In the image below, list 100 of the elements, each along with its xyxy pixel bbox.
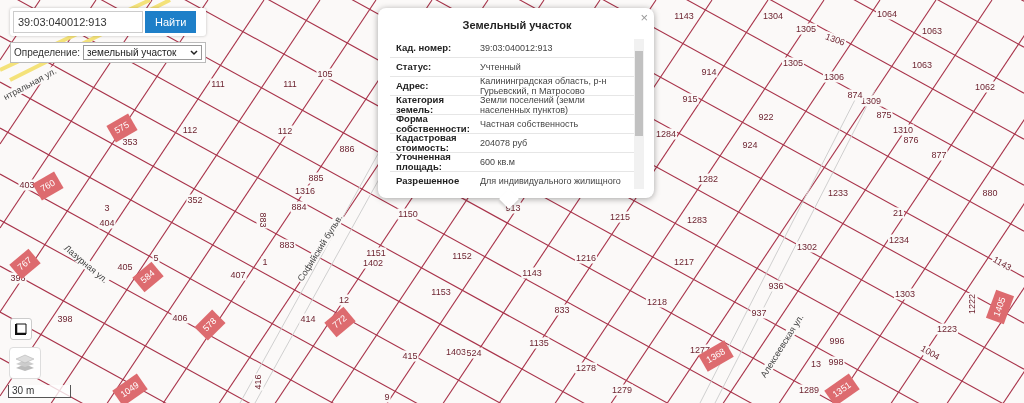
parcel-number: 1152 bbox=[451, 250, 473, 262]
parcel-number: 883 bbox=[256, 211, 268, 229]
field-label: Уточненная площадь: bbox=[395, 151, 452, 173]
parcel-number: 1278 bbox=[575, 362, 597, 374]
parcel-number: 13 bbox=[810, 358, 822, 370]
parcel-number: 1215 bbox=[609, 211, 631, 223]
building-footprint: 1049 bbox=[112, 373, 148, 403]
parcel-number: 112 bbox=[276, 125, 294, 137]
parcel-number: 885 bbox=[307, 172, 325, 184]
parcel-number: 884 bbox=[290, 201, 308, 213]
find-button[interactable]: Найти bbox=[145, 11, 197, 33]
parcel-number: 1153 bbox=[430, 286, 452, 298]
parcel-number: 1233 bbox=[827, 187, 849, 199]
parcel-number: 1316 bbox=[294, 185, 316, 197]
chevron-down-icon bbox=[190, 49, 199, 56]
parcel-number: 924 bbox=[741, 139, 759, 151]
popup-title: Земельный участок bbox=[461, 18, 573, 33]
parcel-number: 915 bbox=[681, 93, 699, 105]
square-icon bbox=[15, 323, 27, 335]
parcel-number: 1063 bbox=[911, 59, 933, 71]
parcel-number: 1283 bbox=[686, 214, 708, 226]
parcel-number: 874 bbox=[846, 89, 864, 101]
parcel-number: 1150 bbox=[397, 208, 419, 220]
parcel-number: 877 bbox=[930, 149, 948, 161]
parcel-number: 875 bbox=[875, 109, 893, 121]
parcel-number: 937 bbox=[750, 307, 768, 319]
building-footprint: 1351 bbox=[824, 373, 860, 403]
parcel-number: 1284 bbox=[655, 128, 677, 140]
parcel-number: 12 bbox=[338, 294, 350, 306]
parcel-number: 886 bbox=[338, 143, 356, 155]
parcel-number: 1303 bbox=[894, 288, 916, 300]
parcel-number: 405 bbox=[116, 261, 134, 273]
parcel-number: 416 bbox=[252, 373, 264, 391]
field-label: Форма собственности: bbox=[395, 113, 471, 135]
building-footprint: 1405 bbox=[985, 289, 1015, 325]
parcel-number: 1305 bbox=[795, 23, 817, 35]
parcel-number: 998 bbox=[827, 356, 845, 368]
parcel-number: 406 bbox=[171, 312, 189, 324]
field-value: 204078 руб bbox=[480, 137, 529, 149]
cadastral-number-field[interactable]: 39:03:040012:913 bbox=[13, 11, 143, 33]
parcel-number: 403 bbox=[18, 179, 36, 191]
building-footprint: 578 bbox=[194, 309, 226, 341]
parcel-number: 352 bbox=[186, 194, 204, 206]
parcel-number: 21 bbox=[892, 207, 904, 219]
parcel-number: 112 bbox=[181, 124, 199, 136]
parcel-number: 1402 bbox=[362, 257, 384, 269]
parcel-number: 1289 bbox=[798, 384, 820, 396]
parcel-number: 1143 bbox=[521, 267, 543, 279]
field-value: Для индивидуального жилищного bbox=[480, 175, 622, 187]
field-label: Категория земель: bbox=[395, 94, 445, 116]
parcel-number: 415 bbox=[401, 350, 419, 362]
parcel-number: 1304 bbox=[762, 10, 784, 22]
parcel-number: 1135 bbox=[528, 337, 550, 349]
parcel-number: 922 bbox=[757, 111, 775, 123]
parcel-number: 914 bbox=[700, 66, 718, 78]
parcel-number: 1217 bbox=[673, 256, 695, 268]
square-tool-button[interactable] bbox=[10, 318, 32, 340]
parcel-number: 1223 bbox=[936, 323, 958, 335]
parcel-number: 414 bbox=[299, 313, 317, 325]
layers-button[interactable] bbox=[9, 347, 41, 379]
parcel-number: 1063 bbox=[921, 25, 943, 37]
field-value: Частная собственность bbox=[480, 118, 580, 130]
parcel-number: 9 bbox=[383, 391, 391, 403]
parcel-number: 1222 bbox=[966, 293, 978, 315]
parcel-number: 404 bbox=[98, 217, 116, 229]
parcel-number: 105 bbox=[316, 68, 334, 80]
field-label: Статус: bbox=[395, 61, 433, 73]
parcel-number: 880 bbox=[981, 187, 999, 199]
parcel-number: 1305 bbox=[782, 57, 804, 69]
parcel-number: 353 bbox=[121, 136, 139, 148]
parcel-number: 1218 bbox=[646, 296, 668, 308]
field-label: Кад. номер: bbox=[395, 42, 453, 54]
parcel-number: 833 bbox=[553, 304, 571, 316]
field-label: Разрешенное bbox=[395, 175, 461, 187]
field-value: Калининградская область, р-н Гурьевский, п Матросово bbox=[480, 75, 608, 96]
parcel-number: 1064 bbox=[876, 8, 898, 20]
parcel-number: 398 bbox=[56, 313, 74, 325]
field-value: 39:03:040012:913 bbox=[480, 42, 554, 54]
parcel-number: 1302 bbox=[796, 241, 818, 253]
field-value: Учтенный bbox=[480, 61, 522, 73]
parcel-number: 1279 bbox=[611, 384, 633, 396]
parcel-number: 1062 bbox=[974, 81, 996, 93]
parcel-number: 1151 bbox=[365, 247, 387, 259]
parcel-number: 3 bbox=[103, 202, 111, 214]
parcel-number: 524 bbox=[465, 347, 483, 359]
parcel-number: 111 bbox=[210, 78, 226, 90]
parcel-number: 1216 bbox=[575, 252, 597, 264]
scrollbar[interactable] bbox=[634, 39, 644, 189]
parcel-number: 1 bbox=[261, 256, 269, 268]
parcel-number: 1306 bbox=[823, 71, 845, 83]
parcel-number: 1306 bbox=[822, 31, 848, 49]
parcel-number: 1403 bbox=[445, 346, 467, 358]
parcel-number: 1282 bbox=[697, 173, 719, 185]
parcel-number: 1234 bbox=[888, 234, 910, 246]
building-footprint: 772 bbox=[324, 306, 356, 338]
parcel-number: 1310 bbox=[892, 124, 914, 136]
field-label: Адрес: bbox=[395, 80, 430, 92]
map-scale: 30 m bbox=[8, 385, 71, 398]
parcel-number: 111 bbox=[282, 78, 298, 90]
definition-select[interactable]: земельный участок bbox=[83, 45, 203, 60]
